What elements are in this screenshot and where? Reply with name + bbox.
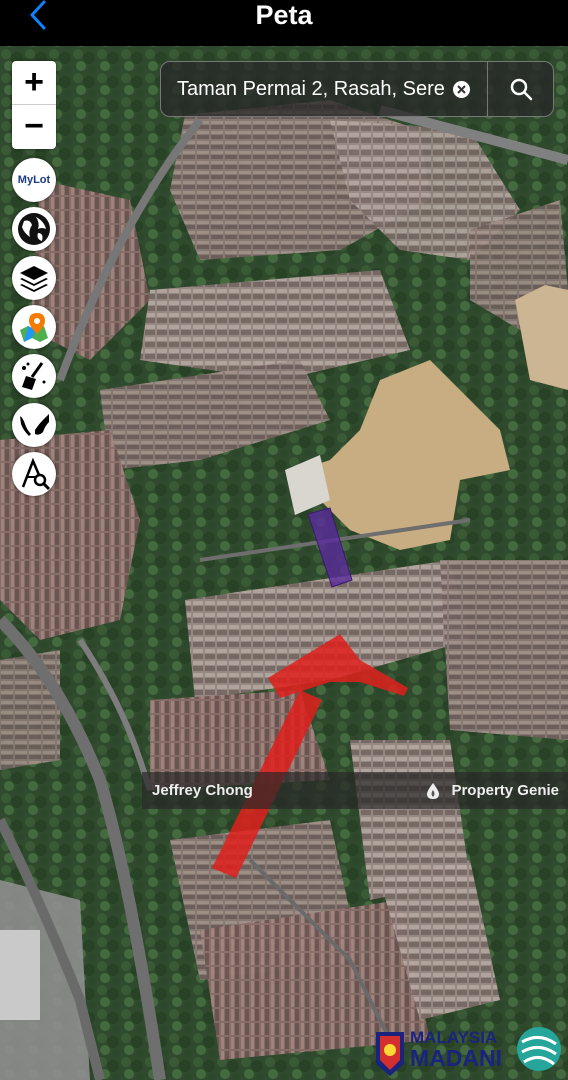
globe-button[interactable] — [12, 207, 56, 251]
malaysia-madani-logo: MALAYSIA MADANI — [372, 1022, 568, 1080]
layers-icon — [20, 266, 48, 292]
broom-icon — [22, 362, 46, 390]
malaysia-map-icon — [20, 414, 49, 436]
malaysia-map-button[interactable] — [12, 403, 56, 447]
search-button[interactable] — [487, 61, 554, 117]
watermark-brand: Property Genie — [451, 782, 559, 799]
jupem-emblem-icon — [517, 1027, 561, 1071]
map-pin-button[interactable] — [12, 305, 56, 349]
layers-button[interactable] — [12, 256, 56, 300]
measure-search-button[interactable] — [12, 452, 56, 496]
clear-map-button[interactable] — [12, 354, 56, 398]
clear-search-button[interactable] — [453, 81, 470, 98]
watermark-bar: Jeffrey Chong Property Genie — [142, 772, 568, 809]
logo-text-madani: MADANI — [410, 1045, 502, 1071]
page-title: Peta — [255, 0, 313, 30]
map-screen: Peta + − MyLot Taman Permai 2, Rasah, Se… — [0, 0, 568, 1080]
mylot-icon: MyLot — [17, 174, 51, 186]
zoom-in-button[interactable]: + — [12, 61, 56, 105]
watermark-author: Jeffrey Chong — [152, 782, 253, 799]
search-box — [160, 61, 488, 117]
madani-emblem-icon — [376, 1032, 404, 1076]
property-genie-logo-icon — [427, 783, 439, 799]
search-input[interactable] — [177, 62, 445, 116]
measure-search-icon — [21, 457, 51, 491]
map-pin-icon — [20, 313, 48, 342]
zoom-out-button[interactable]: − — [12, 105, 56, 148]
globe-icon — [18, 213, 50, 245]
zoom-control: + − — [12, 61, 56, 149]
satellite-map[interactable] — [0, 46, 568, 1080]
header-bar: Peta — [0, 0, 568, 46]
mylot-button[interactable]: MyLot — [12, 158, 56, 202]
search-icon — [510, 78, 532, 101]
close-icon — [457, 85, 466, 94]
